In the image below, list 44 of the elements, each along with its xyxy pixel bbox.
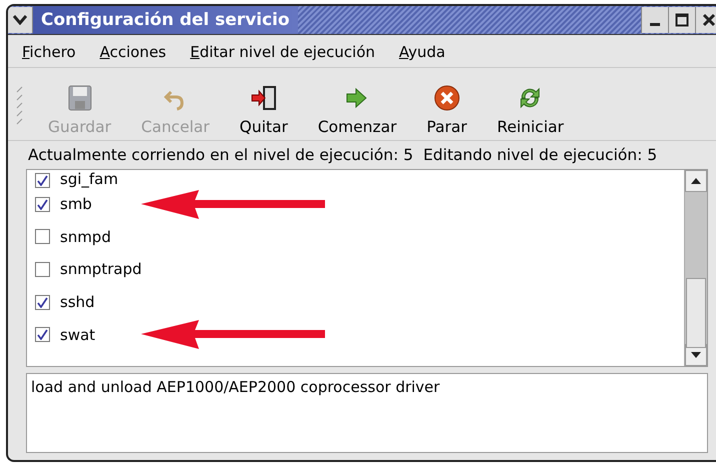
check-icon xyxy=(37,175,48,186)
close-button[interactable] xyxy=(695,7,716,33)
checkbox[interactable] xyxy=(35,196,50,212)
menu-item[interactable]: Ayuda xyxy=(399,43,446,61)
minimize-button[interactable] xyxy=(641,7,668,33)
maximize-button[interactable] xyxy=(668,7,695,33)
window-title: Configuración del servicio xyxy=(33,6,298,34)
save-icon xyxy=(66,84,94,112)
service-name[interactable]: sgi_fam xyxy=(60,170,118,188)
scrollbar[interactable] xyxy=(684,170,707,366)
stop-icon xyxy=(432,84,461,112)
toolbar-button[interactable]: Comenzar xyxy=(318,84,397,136)
up-arrow-icon xyxy=(691,178,701,184)
service-name[interactable]: swat xyxy=(60,326,96,344)
service-name[interactable]: snmptrapd xyxy=(60,260,142,278)
scroll-up-button[interactable] xyxy=(685,170,707,192)
menu-item[interactable]: Fichero xyxy=(22,43,76,61)
menu-item[interactable]: Acciones xyxy=(100,43,166,61)
check-icon xyxy=(37,296,48,308)
check-icon xyxy=(37,329,48,340)
close-icon xyxy=(702,13,716,27)
service-name[interactable]: smb xyxy=(60,195,92,214)
quit-icon xyxy=(250,84,278,112)
window-menu-button[interactable] xyxy=(8,7,33,33)
scroll-thumb[interactable] xyxy=(686,278,706,348)
chevron-down-icon xyxy=(13,15,27,25)
down-arrow-icon xyxy=(691,352,701,358)
checkbox[interactable] xyxy=(35,294,50,310)
menu-item[interactable]: Editar nivel de ejecución xyxy=(190,43,376,61)
status-text: Actualmente corriendo en el nivel de ejecución: 5 xyxy=(28,146,414,164)
toolbar-button[interactable]: Quitar xyxy=(240,84,288,136)
toolbar-button[interactable]: Reiniciar xyxy=(497,84,564,136)
service-name[interactable]: snmpd xyxy=(60,228,111,246)
description-text: load and unload AEP1000/AEP2000 coprocessor driver xyxy=(31,378,440,396)
minimize-icon xyxy=(650,23,660,26)
checkbox[interactable] xyxy=(35,173,50,188)
service-name[interactable]: sshd xyxy=(60,293,95,312)
check-icon xyxy=(37,198,48,210)
status-text: Editando nivel de ejecución: 5 xyxy=(423,146,658,164)
checkbox[interactable] xyxy=(35,262,50,277)
checkbox[interactable] xyxy=(35,327,50,342)
checkbox[interactable] xyxy=(35,229,50,244)
maximize-icon xyxy=(675,13,689,27)
toolbar-button[interactable]: Parar xyxy=(426,84,468,136)
